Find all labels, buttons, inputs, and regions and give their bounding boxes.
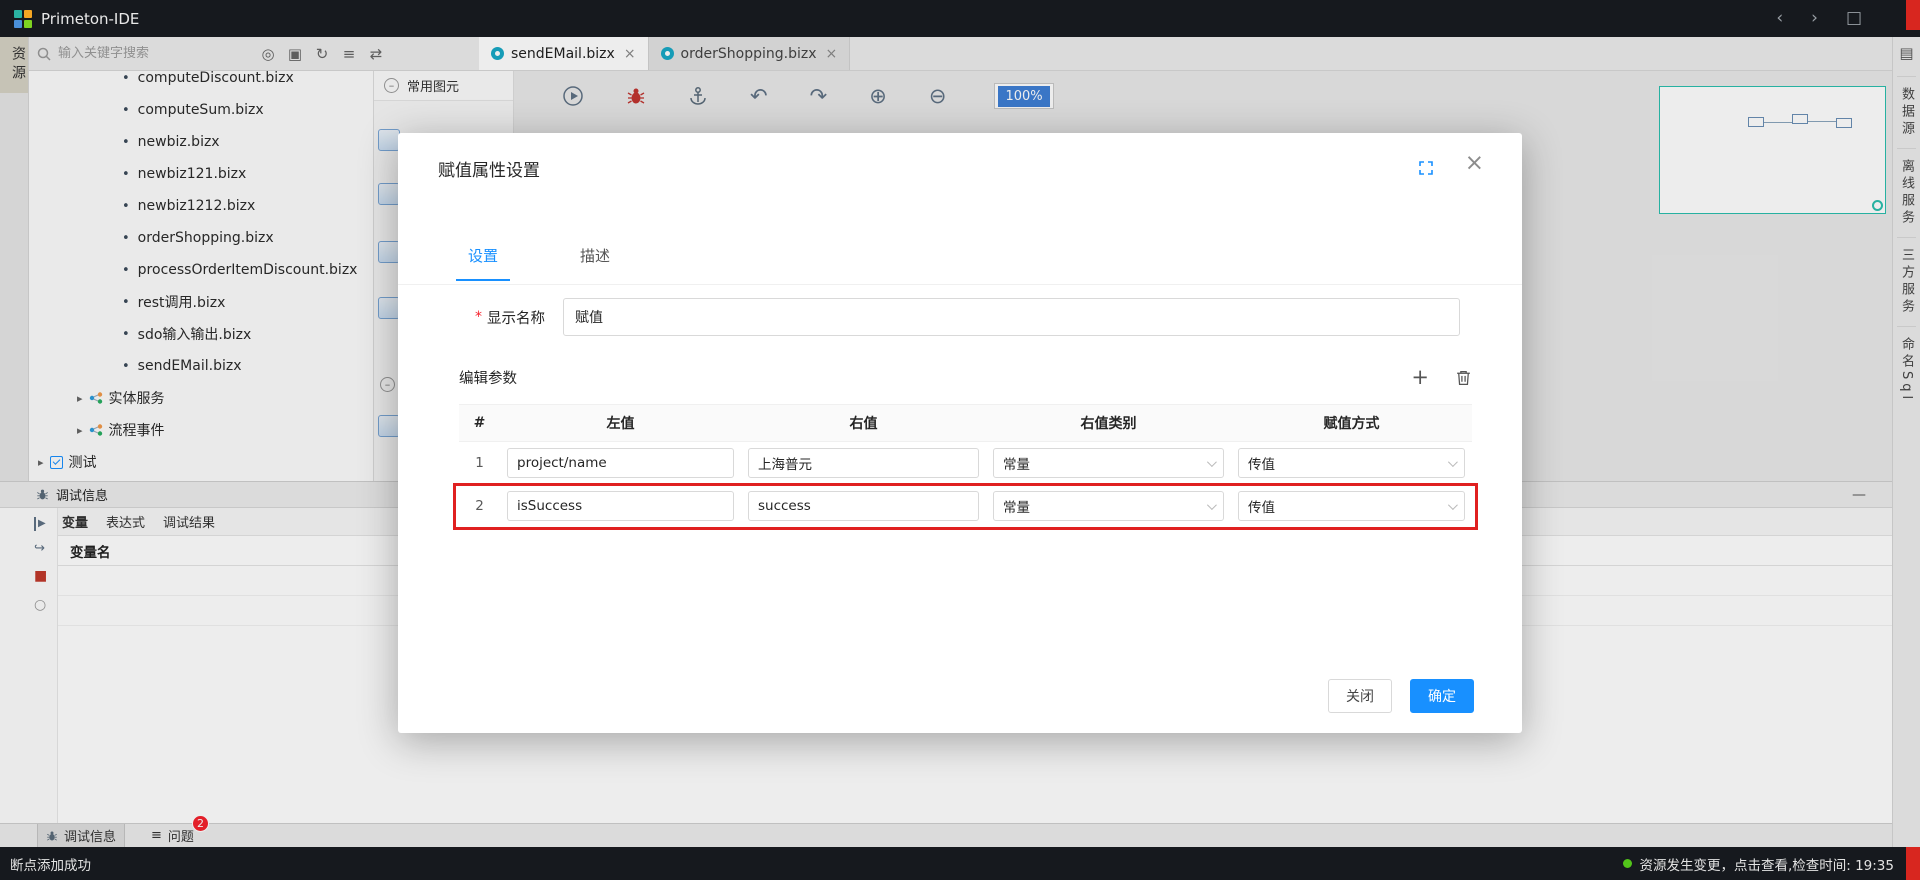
params-table-header: # 左值 右值 右值类别 赋值方式 xyxy=(459,404,1472,442)
dialog-tabs: 设置 描述 xyxy=(456,245,622,281)
resource-change-notice[interactable]: 资源发生变更，点击查看,检查时间: 19:35 xyxy=(1623,854,1894,874)
params-table: # 左值 右值 右值类别 赋值方式 1 常量 传值 2 常量 传值 xyxy=(459,404,1472,528)
params-actions: + xyxy=(1411,367,1472,388)
dialog-footer: 关闭 确定 xyxy=(1328,679,1474,713)
status-dot-icon xyxy=(1623,859,1632,868)
close-icon[interactable]: × xyxy=(1465,150,1484,176)
assignment-properties-dialog: 赋值属性设置 × 设置 描述 * 显示名称 编辑参数 + # 左值 右值 右值类 xyxy=(398,133,1522,733)
layout-toggle-icon[interactable]: □ xyxy=(1846,0,1862,37)
ok-button[interactable]: 确定 xyxy=(1410,679,1474,713)
delete-param-icon[interactable] xyxy=(1455,369,1472,386)
right-type-select[interactable]: 常量 xyxy=(993,448,1224,478)
display-name-input[interactable] xyxy=(563,298,1460,336)
row-index: 2 xyxy=(459,498,500,514)
display-name-row: * 显示名称 xyxy=(475,298,1460,336)
required-mark: * xyxy=(475,309,482,325)
param-row-1: 1 常量 传值 xyxy=(459,442,1472,485)
assign-mode-select[interactable]: 传值 xyxy=(1238,491,1465,521)
add-param-icon[interactable]: + xyxy=(1411,367,1429,388)
chevron-down-icon xyxy=(1448,457,1458,467)
edit-params-label: 编辑参数 xyxy=(459,367,517,388)
tab-settings[interactable]: 设置 xyxy=(456,245,510,281)
row-index: 1 xyxy=(459,455,500,471)
app-window: Primeton-IDE ‹ › □ ◎ ▣ ↻ ≡ ⇄ sendEMail.b… xyxy=(0,0,1920,880)
param-row-2-highlighted: 2 常量 传值 xyxy=(459,485,1472,528)
left-value-input[interactable] xyxy=(507,491,734,521)
app-logo-icon xyxy=(14,10,32,28)
nav-forward-icon[interactable]: › xyxy=(1811,0,1818,37)
chevron-down-icon xyxy=(1448,500,1458,510)
display-name-label: 显示名称 xyxy=(487,307,545,328)
window-controls: ‹ › □ xyxy=(1776,0,1862,37)
close-button[interactable]: 关闭 xyxy=(1328,679,1392,713)
right-type-select[interactable]: 常量 xyxy=(993,491,1224,521)
edit-params-header: 编辑参数 + xyxy=(459,367,1472,388)
corner-marker-bottom xyxy=(1906,847,1920,880)
dialog-title: 赋值属性设置 xyxy=(438,156,540,181)
status-message: 断点添加成功 xyxy=(10,854,91,874)
nav-back-icon[interactable]: ‹ xyxy=(1776,0,1783,37)
app-title: Primeton-IDE xyxy=(41,10,139,28)
tab-description[interactable]: 描述 xyxy=(568,245,622,281)
left-value-input[interactable] xyxy=(507,448,734,478)
statusbar: 断点添加成功 资源发生变更，点击查看,检查时间: 19:35 xyxy=(0,847,1920,880)
right-value-input[interactable] xyxy=(748,491,979,521)
corner-marker-top xyxy=(1906,0,1920,30)
tabs-divider xyxy=(398,284,1522,285)
assign-mode-select[interactable]: 传值 xyxy=(1238,448,1465,478)
right-value-input[interactable] xyxy=(748,448,979,478)
titlebar: Primeton-IDE ‹ › □ xyxy=(0,0,1920,37)
fullscreen-icon[interactable] xyxy=(1418,160,1434,180)
chevron-down-icon xyxy=(1207,457,1217,467)
chevron-down-icon xyxy=(1207,500,1217,510)
